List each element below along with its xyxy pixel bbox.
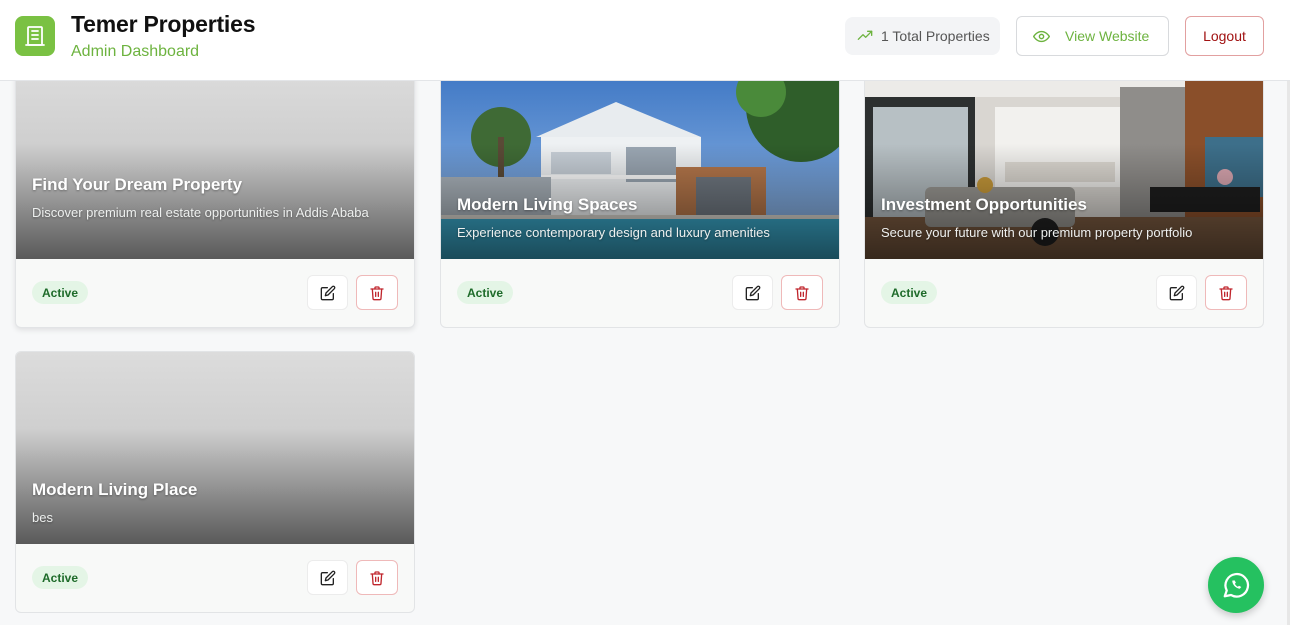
delete-button[interactable] (781, 275, 823, 310)
edit-icon (1169, 285, 1184, 300)
logout-label: Logout (1203, 28, 1246, 44)
property-description: Discover premium real estate opportuniti… (32, 205, 369, 220)
property-image: Modern Living Spaces Experience contempo… (441, 67, 839, 259)
app-subtitle: Admin Dashboard (71, 43, 200, 60)
eye-icon (1033, 30, 1050, 42)
property-description: bes (32, 510, 53, 525)
edit-icon (745, 285, 760, 300)
property-card[interactable]: Find Your Dream Property Discover premiu… (15, 66, 415, 328)
edit-button[interactable] (1156, 275, 1197, 310)
edit-icon (320, 285, 335, 300)
view-website-label: View Website (1065, 28, 1150, 44)
total-properties-badge: 1 Total Properties (845, 17, 1000, 55)
property-image: Investment Opportunities Secure your fut… (865, 67, 1263, 259)
delete-button[interactable] (356, 275, 398, 310)
property-title: Modern Living Spaces (457, 195, 638, 214)
property-title: Investment Opportunities (881, 195, 1087, 214)
property-card[interactable]: Modern Living Spaces Experience contempo… (440, 66, 840, 328)
trash-icon (370, 570, 384, 585)
top-header: Temer Properties Admin Dashboard 1 Total… (0, 0, 1290, 81)
status-badge: Active (32, 281, 89, 304)
logout-button[interactable]: Logout (1185, 16, 1264, 56)
status-badge: Active (32, 566, 89, 589)
delete-button[interactable] (356, 560, 398, 595)
whatsapp-icon (1223, 573, 1250, 598)
trash-icon (370, 285, 384, 300)
property-description: Secure your future with our premium prop… (881, 225, 1193, 240)
building-icon (25, 26, 45, 46)
app-title: Temer Properties (71, 11, 256, 37)
property-title: Find Your Dream Property (32, 175, 243, 194)
whatsapp-button[interactable] (1208, 557, 1264, 613)
property-image: Find Your Dream Property Discover premiu… (16, 67, 414, 259)
status-badge: Active (457, 281, 514, 304)
edit-button[interactable] (307, 275, 348, 310)
delete-button[interactable] (1205, 275, 1247, 310)
property-description: Experience contemporary design and luxur… (457, 225, 770, 240)
status-badge: Active (881, 281, 938, 304)
trending-up-icon (857, 30, 873, 40)
edit-button[interactable] (732, 275, 773, 310)
trash-icon (795, 285, 809, 300)
view-website-button[interactable]: View Website (1016, 16, 1169, 56)
logo (15, 16, 55, 56)
edit-icon (320, 570, 335, 585)
edit-button[interactable] (307, 560, 348, 595)
total-properties-label: 1 Total Properties (881, 28, 990, 44)
property-card[interactable]: Investment Opportunities Secure your fut… (864, 66, 1264, 328)
property-image: Modern Living Place bes (16, 352, 414, 544)
property-title: Modern Living Place (32, 480, 198, 499)
trash-icon (1219, 285, 1233, 300)
property-card[interactable]: Modern Living Place bes Active (15, 351, 415, 613)
